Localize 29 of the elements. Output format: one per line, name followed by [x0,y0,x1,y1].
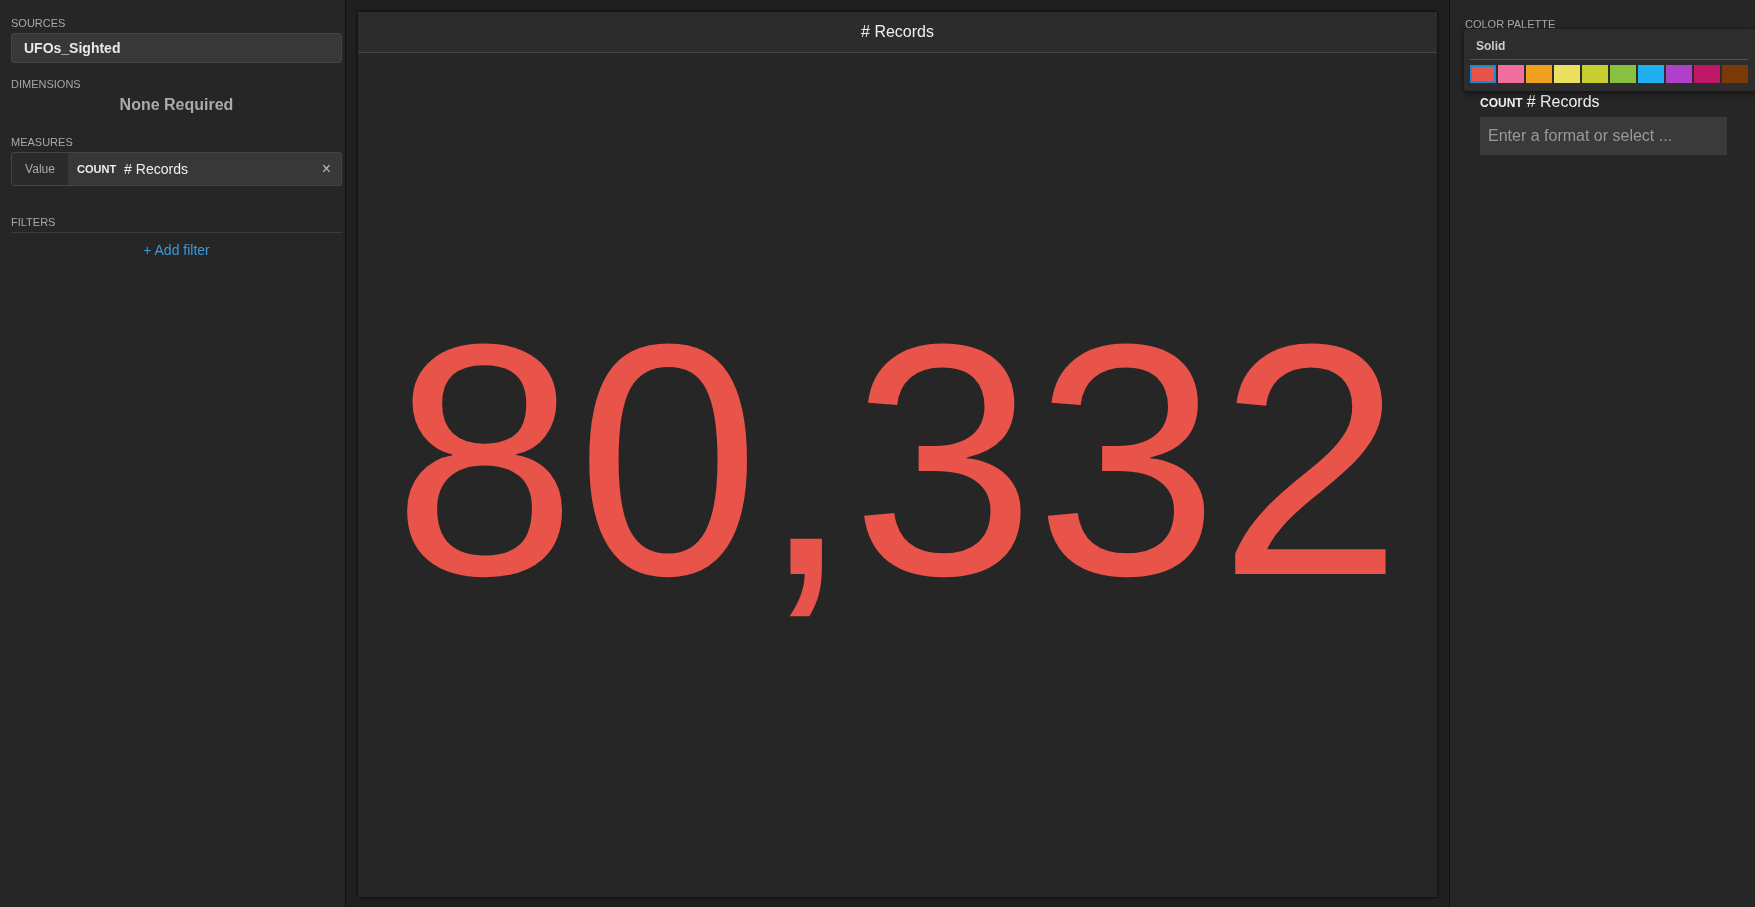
color-swatch[interactable] [1610,65,1636,83]
color-swatch[interactable] [1554,65,1580,83]
section-label: SOURCES [11,17,67,29]
source-pill[interactable]: UFOs_Sighted [11,33,342,63]
color-swatch[interactable] [1498,65,1524,83]
section-label: MEASURES [11,136,74,148]
color-swatch[interactable] [1526,65,1552,83]
color-swatch[interactable] [1722,65,1748,83]
section-label: FILTERS [11,216,57,228]
palette-group-label: Solid [1470,39,1748,60]
role-label: Value [12,153,68,185]
color-swatch[interactable] [1666,65,1692,83]
color-swatch[interactable] [1582,65,1608,83]
section-label: COLOR PALETTE [1465,18,1557,30]
format-field[interactable]: Enter a format or select ... [1480,117,1727,155]
chart-title: # Records [358,12,1437,53]
color-swatch[interactable] [1694,65,1720,83]
field-name: # Records [1526,93,1600,111]
big-number: 80,332 [392,295,1403,625]
add-filter-link[interactable]: + Add filter [143,242,210,258]
aggregate-label: COUNT [77,163,117,175]
measure-pill[interactable]: Value COUNT # Records × [11,152,342,186]
field-name: # Records [124,161,189,177]
aggregate-label: COUNT [1480,96,1523,110]
section-label: DIMENSIONS [11,78,82,90]
empty-text: None Required [118,96,235,114]
remove-button[interactable]: × [311,160,341,178]
color-swatch[interactable] [1470,65,1496,83]
color-swatch[interactable] [1638,65,1664,83]
